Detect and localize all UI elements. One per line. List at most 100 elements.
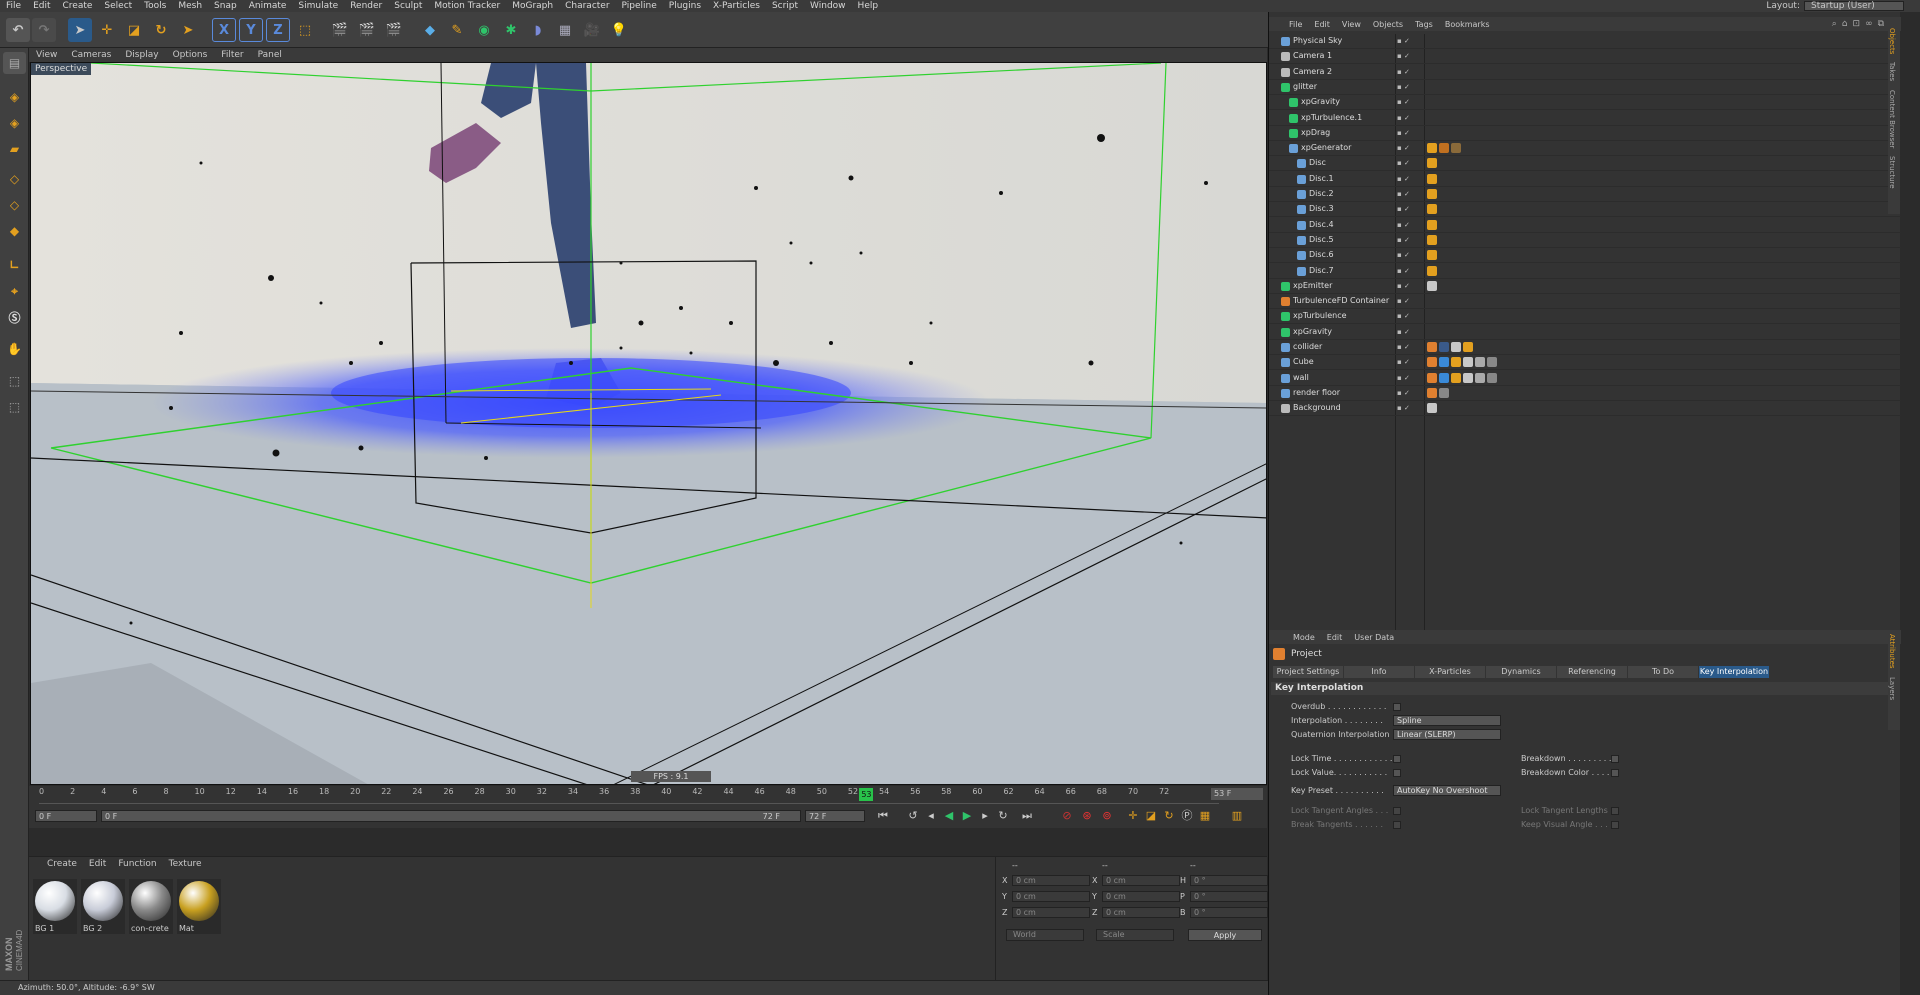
goto-next-key-icon[interactable]: ↻: [995, 809, 1011, 823]
lock-tangent-angles-checkbox[interactable]: [1393, 807, 1401, 815]
object-row[interactable]: xpTurbulence.1 ▪ ✓: [1269, 111, 1901, 126]
object-row[interactable]: Disc.4 ▪ ✓: [1269, 218, 1901, 233]
visibility-toggle-icon[interactable]: ▪ ✓: [1397, 328, 1410, 336]
preview-range-slider[interactable]: 0 F 72 F: [101, 810, 801, 822]
menu-create[interactable]: Create: [57, 1, 99, 11]
breakdown-checkbox[interactable]: [1611, 755, 1619, 763]
autokey-icon[interactable]: ⊚: [1099, 809, 1115, 823]
timeline-playhead[interactable]: 53: [859, 788, 874, 801]
render-view-button[interactable]: 🎬: [328, 18, 352, 42]
menu-mograph[interactable]: MoGraph: [506, 1, 559, 11]
snap-icon[interactable]: Ⓢ: [3, 306, 26, 328]
object-name[interactable]: Disc.6: [1309, 250, 1334, 259]
link-icon[interactable]: ∞: [1865, 19, 1873, 29]
break-tangents-checkbox[interactable]: [1393, 821, 1401, 829]
object-name[interactable]: Disc.3: [1309, 204, 1334, 213]
tab-referencing[interactable]: Referencing: [1557, 666, 1627, 678]
object-row[interactable]: xpGravity ▪ ✓: [1269, 95, 1901, 111]
object-row[interactable]: Disc ▪ ✓: [1269, 156, 1901, 172]
menu-file[interactable]: File: [0, 1, 27, 11]
object-row[interactable]: glitter ▪ ✓: [1269, 80, 1901, 95]
key-preset-dropdown[interactable]: AutoKey No Overshoot: [1393, 785, 1501, 796]
object-tag-icon[interactable]: [1427, 219, 1437, 230]
object-tag-icon[interactable]: [1439, 143, 1449, 154]
visibility-toggle-icon[interactable]: ▪ ✓: [1397, 175, 1410, 183]
object-row[interactable]: Camera 1 ▪ ✓: [1269, 49, 1901, 65]
viewport-camera-label[interactable]: Perspective: [31, 63, 92, 75]
object-name[interactable]: TurbulenceFD Container: [1293, 296, 1389, 305]
live-selection-button[interactable]: ➤: [68, 18, 92, 42]
material-menu-create[interactable]: Create: [41, 857, 83, 869]
side-tab-content-browser[interactable]: Content Browser: [1888, 86, 1896, 152]
visibility-toggle-icon[interactable]: ▪ ✓: [1397, 282, 1410, 290]
timeline-window-icon[interactable]: ▥: [1229, 809, 1245, 823]
object-name[interactable]: xpEmitter: [1293, 281, 1332, 290]
object-name[interactable]: wall: [1293, 373, 1309, 382]
deformer-button[interactable]: ◗: [526, 18, 550, 42]
object-row[interactable]: collider ▪ ✓: [1269, 340, 1901, 355]
apply-button[interactable]: Apply: [1188, 929, 1262, 941]
visibility-toggle-icon[interactable]: ▪ ✓: [1397, 404, 1410, 412]
points-mode-icon[interactable]: ◇: [3, 168, 26, 190]
key-rotation-icon[interactable]: ↻: [1161, 809, 1177, 823]
menu-x-particles[interactable]: X-Particles: [707, 1, 766, 11]
z-axis-button[interactable]: Z: [266, 18, 290, 42]
visibility-toggle-icon[interactable]: ▪ ✓: [1397, 389, 1410, 397]
object-name[interactable]: Disc.4: [1309, 220, 1334, 229]
visibility-toggle-icon[interactable]: ▪ ✓: [1397, 221, 1410, 229]
viewport-menu-display[interactable]: Display: [118, 50, 165, 60]
object-row[interactable]: xpTurbulence ▪ ✓: [1269, 309, 1901, 325]
object-row[interactable]: Disc.1 ▪ ✓: [1269, 172, 1901, 187]
key-position-icon[interactable]: ✛: [1125, 809, 1141, 823]
model-mode-icon[interactable]: ◈: [3, 86, 26, 108]
visibility-toggle-icon[interactable]: ▪ ✓: [1397, 129, 1410, 137]
material-swatch[interactable]: BG 2: [81, 879, 125, 934]
object-tag-icon[interactable]: [1427, 372, 1437, 383]
object-row[interactable]: xpEmitter ▪ ✓: [1269, 279, 1901, 294]
object-tag-icon[interactable]: [1427, 143, 1437, 154]
object-tag-icon[interactable]: [1427, 403, 1437, 414]
perspective-viewport[interactable]: Perspective FPS : 9.1: [30, 62, 1267, 785]
object-tag-icon[interactable]: [1427, 342, 1437, 352]
object-tag-icon[interactable]: [1475, 372, 1485, 383]
redo-button[interactable]: ↷: [32, 18, 56, 42]
object-name[interactable]: Disc.2: [1309, 189, 1334, 198]
object-name[interactable]: xpDrag: [1301, 128, 1330, 137]
object-tag-icon[interactable]: [1427, 234, 1437, 245]
attribute-menu-mode[interactable]: Mode: [1287, 633, 1321, 642]
workplane-icon[interactable]: ✋: [3, 338, 26, 360]
cloner-button[interactable]: ✱: [499, 18, 523, 42]
breakdown-color-checkbox[interactable]: [1611, 769, 1619, 777]
object-tag-icon[interactable]: [1427, 265, 1437, 276]
tab-x-particles[interactable]: X-Particles: [1415, 666, 1485, 678]
coord-value-field[interactable]: 0 cm: [1012, 907, 1090, 918]
visibility-toggle-icon[interactable]: ▪ ✓: [1397, 205, 1410, 213]
material-menu-texture[interactable]: Texture: [163, 857, 208, 869]
viewport-menu-options[interactable]: Options: [166, 50, 215, 60]
record-keys-icon[interactable]: ⊘: [1059, 809, 1075, 823]
object-menu-file[interactable]: File: [1283, 20, 1308, 29]
side-tab-structure[interactable]: Structure: [1888, 152, 1896, 193]
lock-tangent-lengths-checkbox[interactable]: [1611, 807, 1619, 815]
new-window-icon[interactable]: ⧉: [1878, 19, 1884, 29]
object-row[interactable]: xpGenerator ▪ ✓: [1269, 141, 1901, 157]
object-row[interactable]: Disc.3 ▪ ✓: [1269, 202, 1901, 218]
home-icon[interactable]: ⌂: [1842, 19, 1848, 29]
lock-icon[interactable]: ⊡: [1853, 19, 1861, 29]
object-row[interactable]: Background ▪ ✓: [1269, 401, 1901, 417]
play-backward-icon[interactable]: ◀: [941, 809, 957, 823]
object-tag-icon[interactable]: [1427, 158, 1437, 169]
visibility-toggle-icon[interactable]: ▪ ✓: [1397, 68, 1410, 76]
side-tab-layers[interactable]: Layers: [1888, 673, 1896, 704]
goto-end-icon[interactable]: ⏭: [1019, 809, 1035, 823]
overdub-checkbox[interactable]: [1393, 703, 1401, 711]
viewport-menu-view[interactable]: View: [29, 50, 64, 60]
key-parameter-icon[interactable]: Ⓟ: [1179, 809, 1195, 823]
object-tag-icon[interactable]: [1475, 357, 1485, 368]
object-tag-icon[interactable]: [1427, 250, 1437, 261]
tweak-mode-icon[interactable]: ⌖: [3, 280, 26, 302]
menu-mesh[interactable]: Mesh: [172, 1, 208, 11]
prev-frame-icon[interactable]: ◂: [923, 809, 939, 823]
y-axis-button[interactable]: Y: [239, 18, 263, 42]
object-tag-icon[interactable]: [1463, 342, 1473, 352]
